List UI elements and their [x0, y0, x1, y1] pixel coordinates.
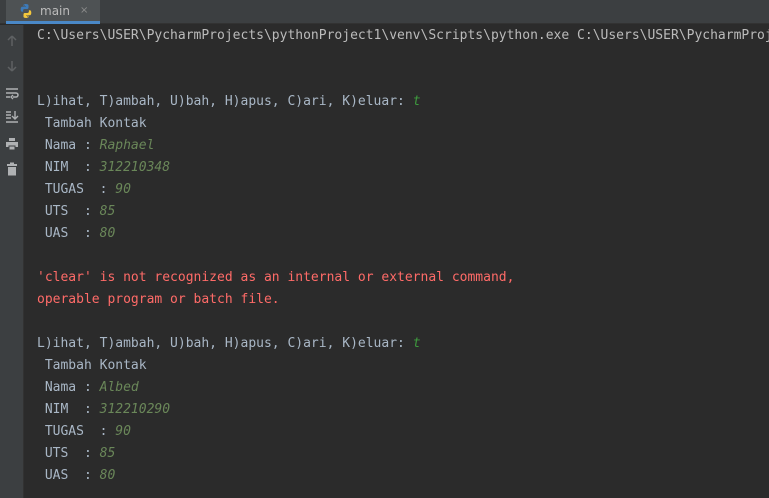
nim-label: NIM : — [37, 402, 100, 417]
uas-label: UAS : — [37, 226, 100, 241]
tugas-line: TUGAS : 90 — [37, 179, 131, 201]
uts-value: 85 — [99, 204, 116, 219]
run-tab-bar: main × — [0, 0, 769, 24]
arrow-down-icon[interactable] — [4, 58, 20, 74]
scroll-to-end-icon[interactable] — [4, 109, 20, 125]
nim-value: 312210290 — [99, 402, 171, 417]
error-message-line: 'clear' is not recognized as an internal… — [37, 270, 515, 285]
nim-line: NIM : 312210290 — [37, 399, 170, 421]
nim-line: NIM : 312210348 — [37, 157, 170, 179]
uts-line: UTS : 85 — [37, 443, 115, 465]
console-output[interactable]: C:\Users\USER\PycharmProjects\pythonProj… — [24, 25, 769, 498]
tugas-value: 90 — [115, 182, 131, 197]
tab-close-icon[interactable]: × — [80, 5, 88, 16]
nim-label: NIM : — [37, 160, 100, 175]
uts-line: UTS : 85 — [37, 201, 115, 223]
menu-prompt-line: L)ihat, T)ambah, U)bah, H)apus, C)ari, K… — [37, 91, 421, 113]
nim-value: 312210348 — [99, 160, 171, 175]
tugas-label: TUGAS : — [37, 182, 116, 197]
tugas-value: 90 — [115, 424, 131, 439]
menu-prompt-line: L)ihat, T)ambah, U)bah, H)apus, C)ari, K… — [37, 333, 421, 355]
nama-label: Nama : — [37, 380, 100, 395]
nama-line: Nama : Raphael — [37, 135, 155, 157]
print-icon[interactable] — [4, 136, 20, 152]
soft-wrap-icon[interactable] — [4, 85, 20, 101]
menu-prompt: L)ihat, T)ambah, U)bah, H)apus, C)ari, K… — [37, 94, 413, 109]
console-toolbar — [0, 25, 24, 498]
uas-label: UAS : — [37, 468, 100, 483]
user-choice-input: t — [412, 336, 421, 351]
section-heading: Tambah Kontak — [37, 358, 147, 373]
uas-value: 80 — [99, 226, 116, 241]
uts-label: UTS : — [37, 446, 100, 461]
uts-label: UTS : — [37, 204, 100, 219]
tab-label: main — [40, 3, 70, 18]
uts-value: 85 — [99, 446, 116, 461]
nama-label: Nama : — [37, 138, 100, 153]
user-choice-input: t — [412, 94, 421, 109]
run-command-line: C:\Users\USER\PycharmProjects\pythonProj… — [37, 28, 769, 43]
arrow-up-icon[interactable] — [4, 33, 20, 49]
nama-value: Raphael — [99, 138, 155, 153]
tugas-line: TUGAS : 90 — [37, 421, 131, 443]
python-icon — [18, 3, 34, 19]
uas-line: UAS : 80 — [37, 465, 115, 487]
menu-prompt: L)ihat, T)ambah, U)bah, H)apus, C)ari, K… — [37, 336, 413, 351]
error-message-line: operable program or batch file. — [37, 292, 280, 307]
tab-main[interactable]: main × — [6, 0, 101, 24]
uas-line: UAS : 80 — [37, 223, 115, 245]
trash-icon[interactable] — [4, 161, 20, 177]
tugas-label: TUGAS : — [37, 424, 116, 439]
uas-value: 80 — [99, 468, 116, 483]
nama-value: Albed — [99, 380, 139, 395]
nama-line: Nama : Albed — [37, 377, 139, 399]
section-heading: Tambah Kontak — [37, 116, 147, 131]
